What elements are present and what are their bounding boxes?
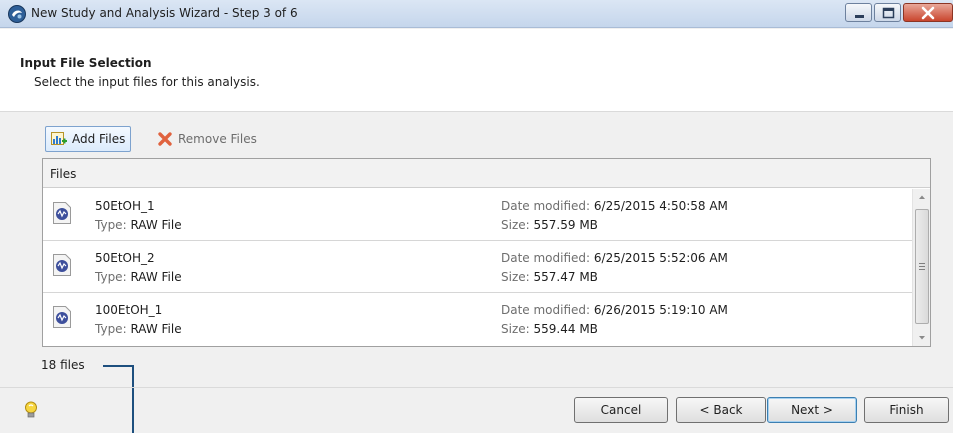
title-bar[interactable]: New Study and Analysis Wizard - Step 3 o…	[0, 0, 953, 28]
raw-file-icon	[53, 202, 71, 224]
minimize-icon	[855, 15, 864, 18]
scroll-thumb[interactable]	[915, 209, 929, 324]
callout-line	[132, 365, 134, 433]
add-files-label: Add Files	[72, 132, 126, 146]
maximize-icon	[882, 7, 895, 19]
file-row-2[interactable]: 50EtOH_2 Type: RAW File Date modified: 6…	[43, 241, 912, 293]
file-type: Type: RAW File	[95, 218, 182, 232]
file-name: 100EtOH_1	[95, 303, 163, 317]
step-description: Select the input files for this analysis…	[34, 75, 260, 89]
scroll-grip-line	[919, 266, 925, 267]
close-icon	[921, 6, 935, 20]
file-size: Size: 557.59 MB	[501, 218, 598, 232]
scroll-grip-line	[919, 269, 925, 270]
scroll-grip-line	[919, 263, 925, 264]
remove-x-icon	[158, 132, 172, 146]
file-date-modified: Date modified: 6/25/2015 4:50:58 AM	[501, 199, 728, 213]
raw-file-icon	[53, 306, 71, 328]
lightbulb-icon[interactable]	[24, 401, 38, 419]
minimize-button[interactable]	[845, 3, 872, 22]
step-title: Input File Selection	[20, 56, 152, 70]
input-file-list[interactable]: Files 50EtOH_1 Type: RAW File Date modif…	[42, 158, 931, 347]
file-type: Type: RAW File	[95, 322, 182, 336]
back-button[interactable]: < Back	[676, 397, 766, 423]
vertical-scrollbar[interactable]	[912, 189, 930, 346]
file-name: 50EtOH_1	[95, 199, 155, 213]
add-files-icon	[51, 132, 67, 145]
callout-line	[103, 365, 134, 367]
file-count-label: 18 files	[41, 358, 85, 372]
close-button[interactable]	[903, 3, 953, 22]
scroll-down-arrow-icon[interactable]	[913, 329, 931, 346]
window-title: New Study and Analysis Wizard - Step 3 o…	[31, 6, 298, 20]
file-row-1[interactable]: 50EtOH_1 Type: RAW File Date modified: 6…	[43, 189, 912, 241]
file-type: Type: RAW File	[95, 270, 182, 284]
files-column-header[interactable]: Files	[43, 159, 930, 188]
raw-file-icon	[53, 254, 71, 276]
wizard-window: New Study and Analysis Wizard - Step 3 o…	[0, 0, 953, 433]
remove-files-button[interactable]: Remove Files	[152, 126, 262, 152]
remove-files-label: Remove Files	[178, 132, 257, 146]
files-column-label: Files	[50, 167, 77, 181]
wizard-header: Input File Selection Select the input fi…	[0, 29, 953, 112]
file-size: Size: 557.47 MB	[501, 270, 598, 284]
add-files-button[interactable]: Add Files	[45, 126, 132, 152]
file-date-modified: Date modified: 6/26/2015 5:19:10 AM	[501, 303, 728, 317]
app-logo-icon	[8, 5, 26, 23]
file-size: Size: 559.44 MB	[501, 322, 598, 336]
maximize-button[interactable]	[874, 3, 901, 22]
file-date-modified: Date modified: 6/25/2015 5:52:06 AM	[501, 251, 728, 265]
finish-button[interactable]: Finish	[864, 397, 949, 423]
file-name: 50EtOH_2	[95, 251, 155, 265]
next-button[interactable]: Next >	[767, 397, 857, 423]
footer-divider	[0, 387, 953, 388]
file-row-3[interactable]: 100EtOH_1 Type: RAW File Date modified: …	[43, 293, 912, 345]
cancel-button[interactable]: Cancel	[574, 397, 668, 423]
scroll-up-arrow-icon[interactable]	[913, 189, 931, 206]
